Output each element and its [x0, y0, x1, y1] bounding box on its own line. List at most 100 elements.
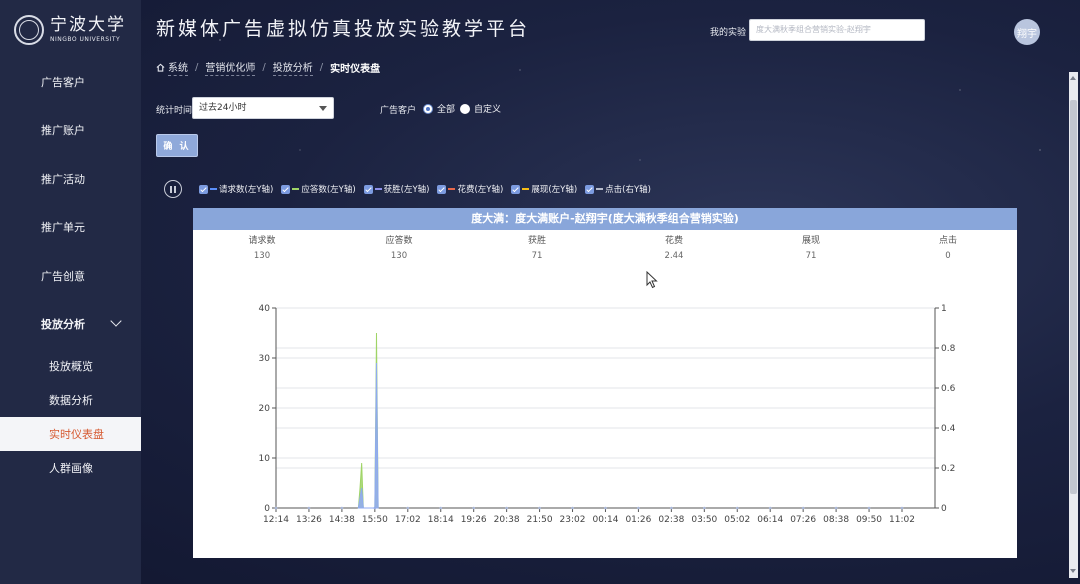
- scrollbar-thumb[interactable]: [1070, 100, 1077, 494]
- sidebar-subitem-overview[interactable]: 投放概览: [0, 349, 141, 383]
- x-tick-label: 00:14: [593, 515, 619, 525]
- left-y-tick-label: 0: [264, 504, 270, 514]
- x-tick-label: 12:14: [263, 515, 289, 525]
- data-point: [703, 506, 706, 510]
- legend-swatch: [210, 188, 217, 190]
- x-tick-label: 14:38: [329, 515, 355, 525]
- legend-item-responses[interactable]: 应答数(左Y轴): [281, 183, 356, 195]
- sidebar-item-promo-units[interactable]: 推广单元: [0, 210, 141, 244]
- data-point: [472, 506, 475, 510]
- right-y-tick-label: 1: [941, 304, 947, 314]
- x-tick-label: 01:26: [625, 515, 651, 525]
- platform-title: 新媒体广告虚拟仿真投放实验教学平台: [156, 18, 531, 40]
- x-tick-label: 15:50: [362, 515, 388, 525]
- sidebar-item-delivery-analysis[interactable]: 投放分析: [0, 307, 141, 341]
- legend-swatch: [596, 188, 604, 190]
- scroll-down-arrow-icon[interactable]: [1070, 569, 1076, 573]
- user-avatar[interactable]: 翔宇: [1014, 19, 1040, 45]
- x-tick-label: 02:38: [658, 515, 684, 525]
- breadcrumb-current: 实时仪表盘: [330, 64, 381, 75]
- x-tick-label: 21:50: [527, 515, 553, 525]
- left-y-tick-label: 40: [259, 304, 271, 314]
- right-y-tick-label: 0.6: [941, 384, 956, 394]
- sidebar-item-promo-accounts[interactable]: 推广账户: [0, 113, 141, 147]
- pause-button[interactable]: [164, 180, 182, 198]
- x-tick-label: 20:38: [494, 515, 520, 525]
- sidebar-item-promo-campaigns[interactable]: 推广活动: [0, 162, 141, 196]
- breadcrumb-separator: /: [319, 62, 324, 73]
- logo-name-cn: 宁波大学: [50, 15, 126, 35]
- legend-label: 花费(左Y轴): [457, 185, 504, 195]
- x-tick-label: 19:26: [461, 515, 487, 525]
- client-label: 广告客户: [380, 106, 417, 116]
- chevron-down-icon: [110, 315, 122, 327]
- legend-item-clicks[interactable]: 点击(右Y轴): [585, 183, 651, 195]
- left-y-tick-label: 10: [259, 454, 271, 464]
- legend-swatch: [292, 188, 300, 190]
- legend-label: 获胜(左Y轴): [383, 185, 430, 195]
- legend-label: 应答数(左Y轴): [301, 185, 356, 195]
- checkbox-checked-icon: [199, 184, 208, 194]
- data-point: [538, 506, 541, 510]
- data-point: [439, 506, 443, 510]
- x-tick-label: 11:02: [889, 515, 915, 525]
- data-point: [670, 506, 673, 510]
- experiment-label: 我的实验: [710, 28, 747, 38]
- university-logo[interactable]: 宁波大学 NINGBO UNIVERSITY: [14, 12, 134, 48]
- data-point: [274, 506, 278, 510]
- breadcrumb-separator: /: [195, 62, 199, 73]
- sidebar: 宁波大学 NINGBO UNIVERSITY 广告客户 推广账户 推广活动 推广…: [0, 0, 141, 584]
- data-point: [604, 506, 607, 510]
- legend-item-wins[interactable]: 获胜(左Y轴): [363, 183, 430, 195]
- sidebar-item-ad-creatives[interactable]: 广告创意: [0, 259, 141, 293]
- data-point: [768, 506, 772, 510]
- legend-swatch: [522, 188, 530, 190]
- radio-all[interactable]: 全部: [423, 102, 455, 115]
- breadcrumb: 系统 / 营销优化师 / 投放分析 / 实时仪表盘: [156, 59, 380, 76]
- radio-all-label: 全部: [437, 105, 456, 115]
- left-y-tick-label: 20: [259, 404, 271, 414]
- breadcrumb-system[interactable]: 系统: [168, 59, 188, 76]
- x-tick-label: 08:38: [823, 515, 849, 525]
- x-tick-label: 23:02: [560, 515, 586, 525]
- sidebar-subitem-data-analysis[interactable]: 数据分析: [0, 383, 141, 417]
- chart-legend: 请求数(左Y轴) 应答数(左Y轴) 获胜(左Y轴) 花费(左Y轴) 展现(左Y轴…: [199, 183, 659, 195]
- legend-label: 展现(左Y轴): [531, 185, 578, 195]
- right-y-tick-label: 0.4: [941, 424, 956, 434]
- sidebar-subitem-realtime-dashboard[interactable]: 实时仪表盘: [0, 417, 141, 451]
- data-point: [340, 506, 344, 510]
- x-tick-label: 13:26: [296, 515, 322, 525]
- confirm-button[interactable]: 确 认: [156, 134, 198, 157]
- sidebar-item-ad-clients[interactable]: 广告客户: [0, 65, 141, 99]
- data-point: [406, 506, 410, 510]
- x-tick-label: 06:14: [757, 515, 783, 525]
- right-y-tick-label: 0.2: [941, 464, 955, 474]
- legend-swatch: [448, 188, 456, 190]
- left-y-tick-label: 30: [259, 354, 271, 364]
- legend-item-impressions[interactable]: 展现(左Y轴): [511, 183, 577, 195]
- legend-label: 请求数(左Y轴): [219, 185, 274, 195]
- data-point: [900, 506, 904, 510]
- breadcrumb-optimizer[interactable]: 营销优化师: [205, 59, 256, 76]
- time-range-select[interactable]: 过去24小时: [192, 97, 334, 119]
- checkbox-checked-icon: [511, 184, 521, 194]
- breadcrumb-analysis[interactable]: 投放分析: [272, 59, 313, 76]
- caret-down-icon: [319, 106, 327, 111]
- legend-item-requests[interactable]: 请求数(左Y轴): [199, 183, 273, 195]
- pause-icon: [170, 185, 172, 193]
- x-tick-label: 05:02: [724, 515, 750, 525]
- university-seal-icon: [14, 15, 44, 45]
- mouse-cursor-icon: [646, 271, 658, 289]
- realtime-chart: 0 10 20 30 40 0 0.2 0.4 0.6 0.8 1 12:14 13:26 14:38 15…: [259, 304, 956, 525]
- sidebar-subitem-audience-profile[interactable]: 人群画像: [0, 451, 141, 485]
- scroll-up-arrow-icon[interactable]: [1070, 76, 1076, 80]
- data-point: [735, 506, 739, 510]
- x-tick-label: 18:14: [428, 515, 454, 525]
- radio-unchecked-icon: [460, 103, 470, 114]
- experiment-select[interactable]: 度大满秋季组合营销实验-赵翔宇: [749, 19, 925, 41]
- radio-checked-icon: [423, 103, 433, 114]
- sidebar-item-label: 投放分析: [41, 318, 85, 331]
- radio-custom-label: 自定义: [474, 105, 502, 115]
- legend-item-cost[interactable]: 花费(左Y轴): [437, 183, 503, 195]
- radio-custom[interactable]: 自定义: [460, 102, 501, 115]
